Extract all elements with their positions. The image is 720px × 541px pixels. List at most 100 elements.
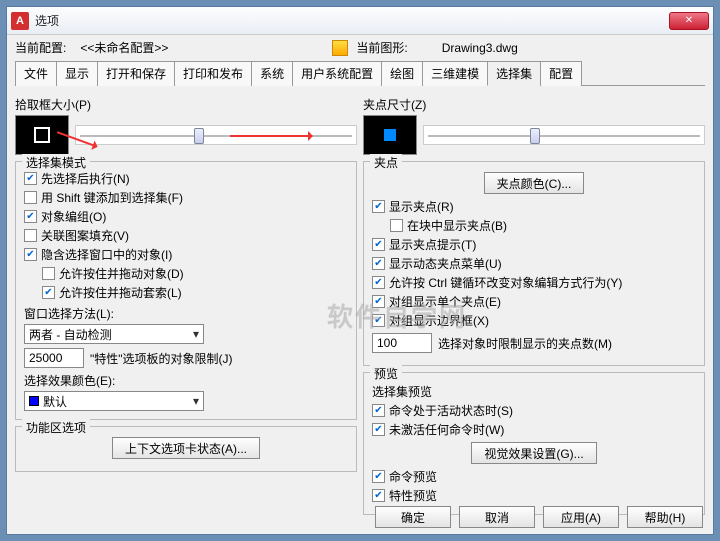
context-tab-state-button[interactable]: 上下文选项卡状态(A)...: [112, 437, 260, 459]
checkbox-label: 用 Shift 键添加到选择集(F): [41, 189, 183, 206]
check-row-press_drag_lasso: 允许按住并拖动套索(L): [42, 284, 348, 301]
checkbox-label: 对组显示单个夹点(E): [389, 293, 501, 310]
apply-button[interactable]: 应用(A): [543, 506, 619, 528]
checkbox-noun_verb[interactable]: [24, 172, 37, 185]
checkbox-no_active_cmd[interactable]: [372, 423, 385, 436]
grip-limit-input[interactable]: [372, 333, 432, 353]
preview-sub-label: 选择集预览: [372, 383, 696, 400]
checkbox-label: 在块中显示夹点(B): [407, 217, 507, 234]
window-method-combo[interactable]: 两者 - 自动检测: [24, 324, 204, 344]
checkbox-label: 命令处于活动状态时(S): [389, 402, 513, 419]
tab-7[interactable]: 三维建模: [422, 61, 488, 86]
grip-size-label: 夹点尺寸(Z): [363, 96, 705, 113]
check-row-dyn_grip_menu: 显示动态夹点菜单(U): [372, 255, 696, 272]
check-row-cmd_active: 命令处于活动状态时(S): [372, 402, 696, 419]
grip-slider[interactable]: [423, 125, 705, 145]
check-row-prop_preview: 特性预览: [372, 487, 696, 504]
annotation-arrow: [230, 135, 310, 137]
close-button[interactable]: ✕: [669, 12, 709, 30]
checkbox-ctrl_cycle[interactable]: [372, 276, 385, 289]
property-limit-input[interactable]: [24, 348, 84, 368]
footer: 确定 取消 应用(A) 帮助(H): [375, 506, 703, 528]
grip-color-button[interactable]: 夹点颜色(C)...: [484, 172, 585, 194]
visual-effect-button[interactable]: 视觉效果设置(G)...: [471, 442, 596, 464]
effect-color-label: 选择效果颜色(E):: [24, 372, 348, 389]
group-title: 功能区选项: [22, 419, 90, 436]
tab-4[interactable]: 系统: [251, 61, 293, 86]
checkbox-grips_in_block[interactable]: [390, 219, 403, 232]
pickbox-slider[interactable]: [75, 125, 357, 145]
grip-limit-label: 选择对象时限制显示的夹点数(M): [438, 335, 612, 352]
check-row-obj_group: 对象编组(O): [24, 208, 348, 225]
checkbox-dyn_grip_menu[interactable]: [372, 257, 385, 270]
checkbox-label: 对象编组(O): [41, 208, 106, 225]
checkbox-implied_window[interactable]: [24, 248, 37, 261]
check-row-group_single: 对组显示单个夹点(E): [372, 293, 696, 310]
check-row-ctrl_cycle: 允许按 Ctrl 键循环改变对象编辑方式行为(Y): [372, 274, 696, 291]
check-row-implied_window: 隐含选择窗口中的对象(I): [24, 246, 348, 263]
check-row-grip_tips: 显示夹点提示(T): [372, 236, 696, 253]
tab-1[interactable]: 显示: [56, 61, 98, 86]
check-row-shift_add: 用 Shift 键添加到选择集(F): [24, 189, 348, 206]
checkbox-group_bbox[interactable]: [372, 314, 385, 327]
tab-5[interactable]: 用户系统配置: [292, 61, 382, 86]
tab-8[interactable]: 选择集: [487, 61, 541, 86]
property-limit-label: "特性"选项板的对象限制(J): [90, 350, 233, 367]
tab-3[interactable]: 打印和发布: [174, 61, 252, 86]
checkbox-label: 对组显示边界框(X): [389, 312, 489, 329]
checkbox-label: 先选择后执行(N): [41, 170, 130, 187]
window-method-label: 窗口选择方法(L):: [24, 305, 348, 322]
checkbox-label: 隐含选择窗口中的对象(I): [41, 246, 172, 263]
checkbox-hatch_assoc[interactable]: [24, 229, 37, 242]
checkbox-label: 特性预览: [389, 487, 437, 504]
checkbox-grip_tips[interactable]: [372, 238, 385, 251]
checkbox-press_drag[interactable]: [42, 267, 55, 280]
checkbox-cmd_active[interactable]: [372, 404, 385, 417]
help-button[interactable]: 帮助(H): [627, 506, 703, 528]
effect-color-combo[interactable]: 默认: [24, 391, 204, 411]
checkbox-label: 允许按住并拖动套索(L): [59, 284, 182, 301]
tab-2[interactable]: 打开和保存: [97, 61, 175, 86]
selection-mode-group: 选择集模式 先选择后执行(N)用 Shift 键添加到选择集(F)对象编组(O)…: [15, 161, 357, 420]
tab-0[interactable]: 文件: [15, 61, 57, 86]
cancel-button[interactable]: 取消: [459, 506, 535, 528]
tabs: 文件显示打开和保存打印和发布系统用户系统配置绘图三维建模选择集配置: [15, 60, 705, 86]
checkbox-label: 显示动态夹点菜单(U): [389, 255, 502, 272]
check-row-noun_verb: 先选择后执行(N): [24, 170, 348, 187]
ribbon-group: 功能区选项 上下文选项卡状态(A)...: [15, 426, 357, 472]
checkbox-group_single[interactable]: [372, 295, 385, 308]
grip-preview: [363, 115, 417, 155]
check-row-hatch_assoc: 关联图案填充(V): [24, 227, 348, 244]
checkbox-label: 允许按 Ctrl 键循环改变对象编辑方式行为(Y): [389, 274, 622, 291]
check-row-cmd_preview: 命令预览: [372, 468, 696, 485]
group-title: 选择集模式: [22, 154, 90, 171]
titlebar: A 选项 ✕: [7, 7, 713, 35]
checkbox-show_grips[interactable]: [372, 200, 385, 213]
window-title: 选项: [35, 12, 669, 29]
check-row-group_bbox: 对组显示边界框(X): [372, 312, 696, 329]
check-row-grips_in_block: 在块中显示夹点(B): [390, 217, 696, 234]
checkbox-cmd_preview[interactable]: [372, 470, 385, 483]
profile-value: <<未命名配置>>: [80, 39, 168, 56]
check-row-show_grips: 显示夹点(R): [372, 198, 696, 215]
checkbox-prop_preview[interactable]: [372, 489, 385, 502]
checkbox-label: 未激活任何命令时(W): [389, 421, 504, 438]
checkbox-label: 显示夹点提示(T): [389, 236, 476, 253]
checkbox-press_drag_lasso[interactable]: [42, 286, 55, 299]
checkbox-obj_group[interactable]: [24, 210, 37, 223]
tab-6[interactable]: 绘图: [381, 61, 423, 86]
app-icon: A: [11, 12, 29, 30]
checkbox-label: 关联图案填充(V): [41, 227, 129, 244]
tab-9[interactable]: 配置: [540, 61, 582, 86]
ok-button[interactable]: 确定: [375, 506, 451, 528]
drawing-value: Drawing3.dwg: [442, 41, 518, 55]
pickbox-size-label: 拾取框大小(P): [15, 96, 357, 113]
check-row-no_active_cmd: 未激活任何命令时(W): [372, 421, 696, 438]
drawing-icon: [332, 40, 348, 56]
preview-group: 预览 选择集预览 命令处于活动状态时(S)未激活任何命令时(W) 视觉效果设置(…: [363, 372, 705, 515]
checkbox-label: 显示夹点(R): [389, 198, 454, 215]
grips-group: 夹点 夹点颜色(C)... 显示夹点(R)在块中显示夹点(B)显示夹点提示(T)…: [363, 161, 705, 366]
profile-label: 当前配置:: [15, 39, 66, 56]
checkbox-shift_add[interactable]: [24, 191, 37, 204]
drawing-label: 当前图形:: [356, 39, 407, 56]
